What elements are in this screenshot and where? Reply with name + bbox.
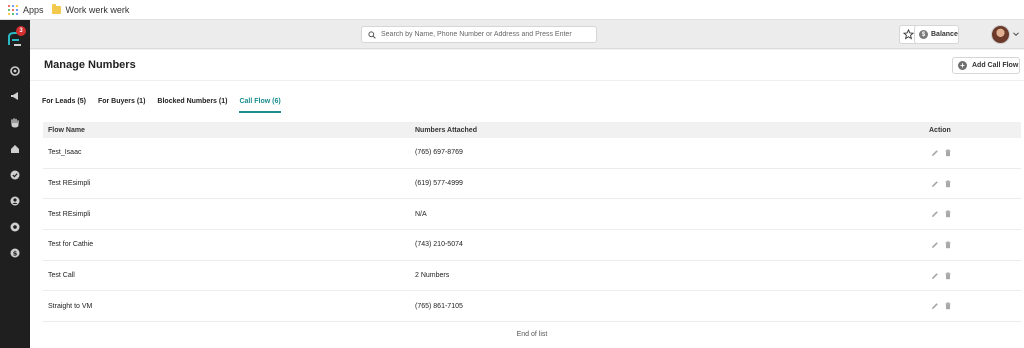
dashboard-icon[interactable] xyxy=(10,66,20,76)
page-title: Manage Numbers xyxy=(44,59,136,71)
numbers-attached-cell: (765) 861-7105 xyxy=(415,302,463,310)
action-cell xyxy=(929,241,1021,249)
user-circle-icon[interactable] xyxy=(10,196,20,206)
call-flow-table: Flow Name Numbers Attached Action Test_I… xyxy=(43,122,1021,338)
dollar-coin-icon: $ xyxy=(919,30,928,39)
table-row: Test_Isaac (765) 697-8769 xyxy=(43,138,1021,169)
tab-bar: For Leads (5) For Buyers (1) Blocked Num… xyxy=(42,98,281,113)
divider xyxy=(30,80,1024,81)
trash-icon[interactable] xyxy=(944,272,952,280)
svg-text:$: $ xyxy=(13,249,18,257)
numbers-attached-cell: 2 Numbers xyxy=(415,272,450,280)
folder-bookmark[interactable]: Work werk werk xyxy=(51,3,130,15)
trash-icon[interactable] xyxy=(944,210,952,218)
edit-pencil-icon[interactable] xyxy=(931,302,939,310)
header-flow-name: Flow Name xyxy=(48,126,85,134)
action-cell xyxy=(929,149,1021,157)
check-circle-icon[interactable] xyxy=(10,170,20,180)
search-icon xyxy=(368,30,376,39)
add-call-flow-button[interactable]: + Add Call Flow xyxy=(952,57,1020,74)
table-row: Test REsimpli (619) 577-4999 xyxy=(43,169,1021,200)
tab-for-buyers[interactable]: For Buyers (1) xyxy=(98,98,145,113)
tab-call-flow[interactable]: Call Flow (6) xyxy=(239,98,281,113)
main-panel: Manage Numbers + Add Call Flow For Leads… xyxy=(30,50,1024,348)
tab-for-leads[interactable]: For Leads (5) xyxy=(42,98,86,113)
action-cell xyxy=(929,180,1021,188)
add-call-flow-label: Add Call Flow xyxy=(972,62,1019,69)
table-row: Test Call 2 Numbers xyxy=(43,261,1021,292)
numbers-attached-cell: N/A xyxy=(415,210,427,218)
header-action: Action xyxy=(929,126,951,134)
apps-bookmark-label: Apps xyxy=(23,4,44,15)
flow-name-cell: Test for Cathie xyxy=(48,241,94,249)
flow-name-cell: Test REsimpli xyxy=(48,210,91,218)
star-icon xyxy=(903,29,914,40)
dollar-circle-icon[interactable]: $ xyxy=(10,248,20,258)
trash-icon[interactable] xyxy=(944,180,952,188)
action-cell xyxy=(929,210,1021,218)
sidebar: 3 $ xyxy=(0,20,30,348)
folder-icon xyxy=(51,3,61,14)
numbers-attached-cell: (619) 577-4999 xyxy=(415,180,463,188)
hand-icon[interactable] xyxy=(10,118,20,128)
table-row: Straight to VM (765) 861-7105 xyxy=(43,291,1021,323)
edit-pencil-icon[interactable] xyxy=(931,272,939,280)
tab-blocked-numbers[interactable]: Blocked Numbers (1) xyxy=(157,98,227,113)
numbers-attached-cell: (743) 210-5074 xyxy=(415,241,463,249)
action-cell xyxy=(929,302,1021,310)
edit-pencil-icon[interactable] xyxy=(931,210,939,218)
header-numbers-attached: Numbers Attached xyxy=(415,126,477,134)
plus-circle-icon: + xyxy=(958,61,967,70)
table-header: Flow Name Numbers Attached Action xyxy=(43,122,1021,138)
balance-button[interactable]: $ Balance xyxy=(914,25,959,44)
search-input[interactable] xyxy=(381,31,591,38)
chevron-down-icon[interactable] xyxy=(1012,30,1020,38)
trash-icon[interactable] xyxy=(944,241,952,249)
home-icon[interactable] xyxy=(10,144,20,154)
apps-grid-icon xyxy=(8,4,18,15)
folder-bookmark-label: Work werk werk xyxy=(65,4,130,15)
top-header: $ Balance xyxy=(30,20,1024,49)
flow-name-cell: Test Call xyxy=(48,272,75,280)
trash-icon[interactable] xyxy=(944,149,952,157)
settings-circle-icon[interactable] xyxy=(10,222,20,232)
edit-pencil-icon[interactable] xyxy=(931,241,939,249)
action-cell xyxy=(929,272,1021,280)
table-row: Test REsimpli N/A xyxy=(43,199,1021,231)
notification-badge: 3 xyxy=(16,26,26,36)
apps-bookmark[interactable]: Apps xyxy=(8,4,44,15)
edit-pencil-icon[interactable] xyxy=(931,149,939,157)
flow-name-cell: Test REsimpli xyxy=(48,180,91,188)
numbers-attached-cell: (765) 697-8769 xyxy=(415,149,463,157)
bookmarks-bar: Apps Work werk werk xyxy=(0,0,1024,20)
trash-icon[interactable] xyxy=(944,302,952,310)
flow-name-cell: Straight to VM xyxy=(48,302,93,310)
end-of-list: End of list xyxy=(516,331,548,339)
balance-label: Balance xyxy=(931,31,958,38)
table-row: Test for Cathie (743) 210-5074 xyxy=(43,230,1021,261)
flow-name-cell: Test_Isaac xyxy=(48,149,82,157)
search-box[interactable] xyxy=(361,26,597,43)
avatar[interactable] xyxy=(991,25,1010,44)
megaphone-icon[interactable] xyxy=(10,91,20,101)
edit-pencil-icon[interactable] xyxy=(931,180,939,188)
